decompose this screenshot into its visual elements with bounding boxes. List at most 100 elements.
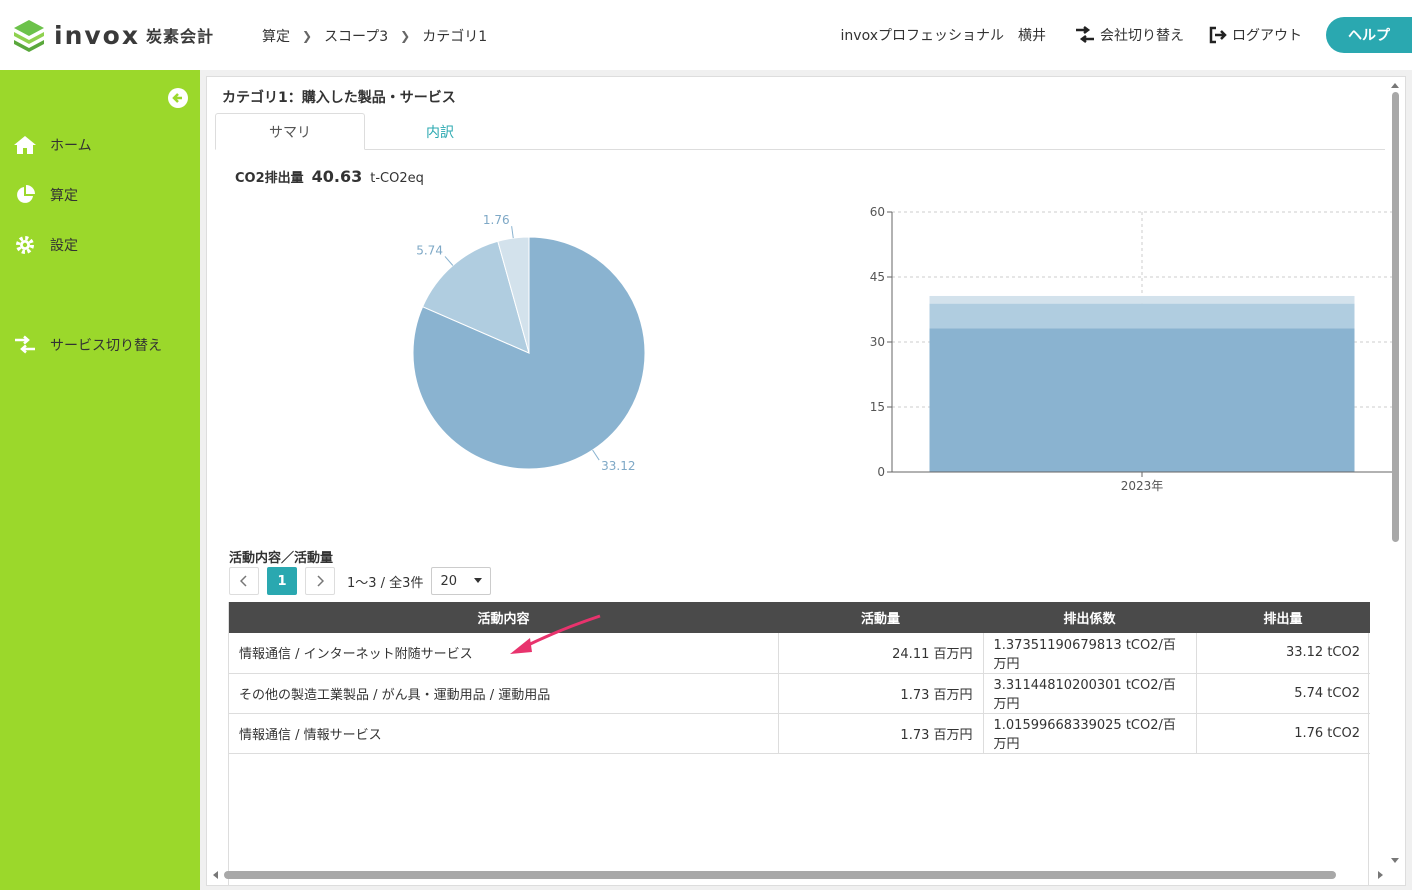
scroll-up-icon	[1391, 83, 1399, 88]
next-page-button[interactable]	[305, 567, 335, 595]
activity-amount-cell: 1.73 百万円	[778, 713, 984, 754]
sidebar: ホーム 算定 設定 サービス切り替え	[0, 70, 200, 890]
caret-down-icon	[474, 578, 483, 583]
total-label: CO2排出量	[235, 171, 304, 186]
tab-bar: サマリ 内訳	[215, 113, 1385, 150]
column-header[interactable]: 活動量	[778, 602, 983, 633]
pie-label-leader	[511, 226, 514, 239]
column-header[interactable]: 活動内容	[229, 602, 778, 633]
bar-segment[interactable]	[929, 328, 1355, 472]
activity-amount-cell: 24.11 百万円	[778, 633, 984, 674]
switch-company-link[interactable]: 会社切り替え	[1074, 25, 1184, 45]
table-row[interactable]: その他の製造工業製品 / がん具・運動用品 / 運動用品 1.73 百万円 3.…	[229, 673, 1370, 714]
help-button[interactable]: ヘルプ	[1326, 17, 1412, 53]
header: invox 炭素会計 算定 ❯ スコープ3 ❯ カテゴリ1 invoxプロフェッ…	[0, 0, 1412, 70]
prev-page-button[interactable]	[229, 567, 259, 595]
scroll-right-icon	[1378, 871, 1383, 879]
gear-icon	[12, 234, 38, 256]
logout-link[interactable]: ログアウト	[1208, 25, 1302, 45]
vertical-scrollbar[interactable]	[1388, 78, 1402, 868]
logo-mark-icon	[14, 20, 44, 52]
logo[interactable]: invox 炭素会計	[12, 18, 214, 52]
breadcrumb-item[interactable]: 算定	[262, 26, 290, 46]
bar-segment[interactable]	[929, 295, 1355, 304]
sidebar-item-home[interactable]: ホーム	[12, 134, 92, 156]
tab-breakdown[interactable]: 内訳	[365, 113, 515, 150]
scroll-left-icon	[213, 871, 218, 879]
breadcrumb-item[interactable]: スコープ3	[324, 26, 388, 46]
y-tick-label: 30	[870, 335, 885, 349]
arrow-left-icon	[172, 93, 182, 103]
bar-segment[interactable]	[929, 303, 1355, 329]
total-emissions: CO2排出量 40.63 t-CO2eq	[235, 167, 424, 186]
bar-chart: 0 15 30 45 60 2023年	[847, 202, 1405, 493]
column-header[interactable]: 排出係数	[983, 602, 1196, 633]
horizontal-scroll-thumb[interactable]	[224, 871, 1336, 879]
breadcrumb-item: カテゴリ1	[422, 29, 488, 45]
annotation-arrow-icon	[510, 614, 601, 654]
pie-chart-svg: 33.12 5.74 1.76	[412, 213, 646, 473]
x-tick-label: 2023年	[1121, 479, 1164, 492]
emission-cell: 1.76 tCO2	[1196, 713, 1370, 754]
table-row[interactable]: 情報通信 / インターネット附随サービス 24.11 百万円 1.3735119…	[229, 633, 1370, 674]
column-header[interactable]: 排出量	[1196, 602, 1370, 633]
breadcrumb: 算定 ❯ スコープ3 ❯ カテゴリ1	[262, 26, 487, 46]
main-panel: カテゴリ1：購入した製品・サービス サマリ 内訳 CO2排出量 40.63 t-…	[206, 76, 1406, 886]
logout-label: ログアウト	[1232, 28, 1302, 44]
activity-name-cell: 情報通信 / インターネット附随サービス	[229, 633, 779, 674]
switch-icon	[1076, 26, 1094, 43]
pagination: 1 1〜3 / 全3件 20	[229, 567, 492, 595]
user-name: invoxプロフェッショナル 横井	[840, 28, 1046, 44]
page-number-button[interactable]: 1	[267, 567, 297, 595]
switch-company-label: 会社切り替え	[1100, 28, 1184, 44]
activity-name-cell: その他の製造工業製品 / がん具・運動用品 / 運動用品	[229, 673, 779, 714]
chevron-right-icon: ❯	[400, 29, 411, 43]
header-actions: invoxプロフェッショナル 横井 会社切り替え ログアウト ヘルプ	[841, 17, 1412, 53]
sidebar-item-settings[interactable]: 設定	[12, 234, 78, 256]
chevron-right-icon: ❯	[302, 29, 313, 43]
sidebar-item-label: 算定	[50, 188, 78, 204]
switch-icon	[12, 334, 38, 356]
home-icon	[12, 134, 38, 156]
total-unit: t-CO2eq	[370, 171, 424, 186]
activity-name-cell: 情報通信 / 情報サービス	[229, 713, 779, 754]
emission-factor-cell: 3.31144810200301 tCO2/百万円	[983, 673, 1197, 714]
table-header-row: 活動内容 活動量 排出係数 排出量	[229, 602, 1370, 633]
bar-chart-svg: 0 15 30 45 60 2023年	[870, 205, 1392, 493]
y-tick-label: 0	[877, 465, 885, 479]
chevron-left-icon	[240, 575, 247, 587]
emission-cell: 33.12 tCO2	[1196, 633, 1370, 674]
emission-factor-cell: 1.01599668339025 tCO2/百万円	[983, 713, 1197, 754]
horizontal-scrollbar[interactable]	[208, 868, 1388, 882]
collapse-sidebar-button[interactable]	[168, 88, 188, 108]
pie-slice-label: 5.74	[416, 243, 443, 257]
y-tick-label: 60	[870, 205, 885, 219]
page-title: カテゴリ1：購入した製品・サービス	[222, 90, 456, 106]
logout-icon	[1209, 26, 1227, 44]
total-value: 40.63	[311, 167, 363, 186]
pie-slice-label: 1.76	[483, 213, 510, 227]
activity-table: 活動内容 活動量 排出係数 排出量 情報通信 / インターネット附随サービス 2…	[228, 602, 1370, 885]
emission-factor-cell: 1.37351190679813 tCO2/百万円	[983, 633, 1197, 674]
pie-slice-label: 33.12	[601, 459, 635, 473]
chevron-right-icon	[317, 575, 324, 587]
vertical-scroll-thumb[interactable]	[1392, 92, 1399, 542]
sidebar-item-label: 設定	[50, 238, 78, 254]
pie-label-leader	[592, 449, 600, 461]
y-tick-label: 15	[870, 400, 885, 414]
pie-chart: 33.12 5.74 1.76	[407, 207, 657, 477]
brand-name: invox	[54, 20, 140, 50]
tab-summary[interactable]: サマリ	[215, 113, 365, 150]
page-size-select[interactable]: 20	[431, 567, 492, 595]
activity-table-grid: 活動内容 活動量 排出係数 排出量 情報通信 / インターネット附随サービス 2…	[229, 602, 1370, 754]
sidebar-item-label: サービス切り替え	[50, 338, 162, 354]
sidebar-item-service-switch[interactable]: サービス切り替え	[12, 334, 162, 356]
table-row[interactable]: 情報通信 / 情報サービス 1.73 百万円 1.01599668339025 …	[229, 713, 1370, 754]
activity-section-title: 活動内容／活動量	[229, 551, 334, 566]
scroll-down-icon	[1391, 858, 1399, 863]
sidebar-item-label: ホーム	[50, 138, 92, 154]
sidebar-item-calculation[interactable]: 算定	[12, 184, 78, 206]
page-range-text: 1〜3 / 全3件	[347, 575, 424, 591]
page-size-value: 20	[440, 573, 458, 589]
pie-chart-icon	[12, 184, 38, 206]
